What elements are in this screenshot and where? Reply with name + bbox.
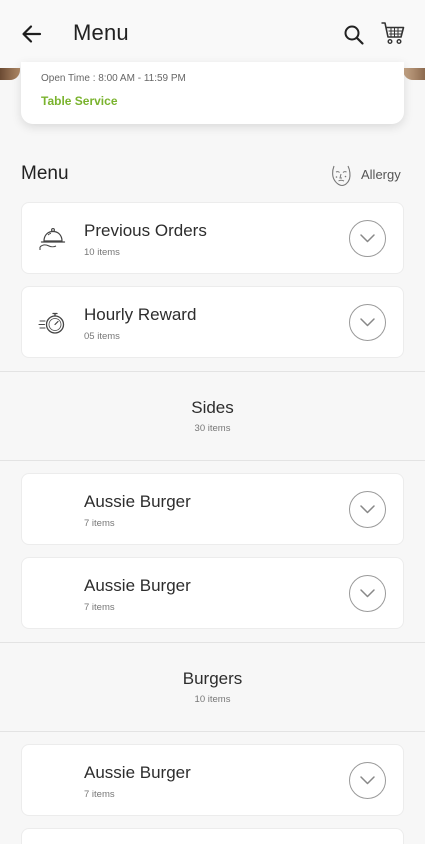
app-header: Menu: [0, 0, 425, 68]
section-divider: [0, 460, 425, 461]
expand-button[interactable]: [349, 762, 386, 799]
cart-button[interactable]: [380, 20, 406, 46]
chevron-down-icon: [360, 318, 375, 327]
card-item-count: 05 items: [84, 331, 120, 342]
search-icon: [344, 25, 364, 45]
arrow-left-icon: [22, 25, 42, 43]
hourly-reward-card[interactable]: Hourly Reward 05 items: [21, 286, 404, 358]
section-divider: [0, 731, 425, 732]
card-item-count: 7 items: [84, 602, 115, 613]
card-item-count: 10 items: [84, 247, 120, 258]
menu-item-card[interactable]: Aussie Burger 7 items: [21, 744, 404, 816]
cart-icon: [381, 22, 405, 45]
card-item-count: 7 items: [84, 789, 115, 800]
section-divider: [0, 642, 425, 643]
search-button[interactable]: [343, 24, 365, 46]
menu-item-card[interactable]: Aussie Burger 7 items: [21, 557, 404, 629]
card-title: Aussie Burger: [84, 492, 191, 511]
allergy-face-icon: [332, 165, 351, 187]
menu-section-title: Menu: [21, 163, 69, 184]
chevron-down-icon: [360, 589, 375, 598]
card-title: Aussie Burger: [84, 763, 191, 782]
page-title: Menu: [73, 20, 129, 45]
cover-photo: [0, 68, 20, 80]
restaurant-info-card: Open Time : 8:00 AM - 11:59 PM Table Ser…: [21, 62, 404, 124]
cloche-icon: [39, 228, 66, 250]
open-time: Open Time : 8:00 AM - 11:59 PM: [41, 73, 186, 84]
stopwatch-icon: [38, 312, 65, 334]
card-item-count: 7 items: [84, 518, 115, 529]
section-divider: [0, 371, 425, 372]
category-item-count: 10 items: [194, 694, 231, 705]
previous-orders-card[interactable]: Previous Orders 10 items: [21, 202, 404, 274]
chevron-down-icon: [360, 505, 375, 514]
chevron-down-icon: [360, 776, 375, 785]
card-title: Previous Orders: [84, 221, 207, 240]
expand-button[interactable]: [349, 220, 386, 257]
expand-button[interactable]: [349, 575, 386, 612]
menu-item-card[interactable]: Aussie Burger 7 items: [21, 473, 404, 545]
card-title: Hourly Reward: [84, 305, 197, 324]
expand-button[interactable]: [349, 491, 386, 528]
category-title: Sides: [191, 398, 234, 417]
allergy-label: Allergy: [361, 167, 401, 182]
menu-item-card[interactable]: [21, 828, 404, 844]
chevron-down-icon: [360, 234, 375, 243]
back-button[interactable]: [20, 22, 44, 46]
cover-photo: [403, 68, 425, 80]
card-title: Aussie Burger: [84, 576, 191, 595]
expand-button[interactable]: [349, 304, 386, 341]
category-item-count: 30 items: [194, 423, 231, 434]
service-type: Table Service: [41, 94, 118, 108]
category-title: Burgers: [182, 669, 243, 688]
